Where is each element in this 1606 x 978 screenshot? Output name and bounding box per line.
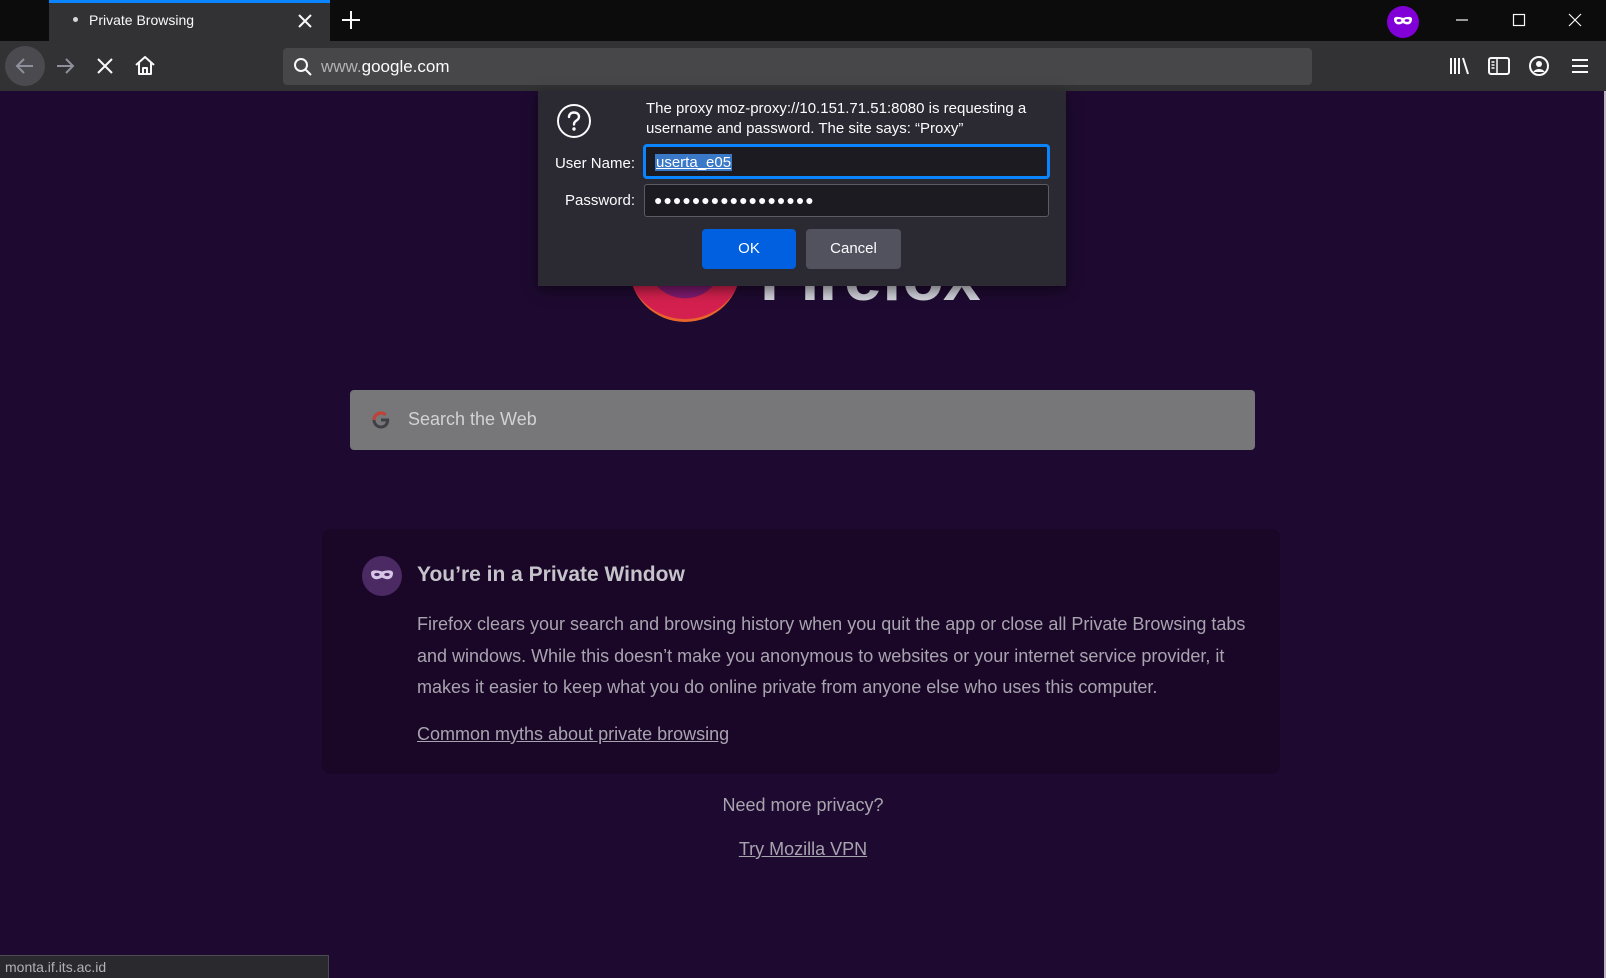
back-icon xyxy=(15,58,33,74)
tab-private-browsing[interactable]: Private Browsing xyxy=(49,0,330,41)
ok-button[interactable]: OK xyxy=(702,229,796,269)
password-mask[interactable]: ●●●●●●●●●●●●●●●●● xyxy=(654,192,815,208)
minimize-icon[interactable] xyxy=(1448,6,1476,34)
back-button[interactable] xyxy=(5,46,45,86)
password-label: Password: xyxy=(564,192,635,209)
username-field[interactable]: userta_e05 xyxy=(644,145,1049,178)
search-placeholder: Search the Web xyxy=(408,409,537,429)
close-icon[interactable] xyxy=(293,9,317,33)
cancel-button[interactable]: Cancel xyxy=(806,229,901,269)
private-myths-link[interactable]: Common myths about private browsing xyxy=(417,724,729,745)
stop-button[interactable] xyxy=(85,46,125,86)
home-button[interactable] xyxy=(125,46,165,86)
navigation-toolbar: www.google.com xyxy=(0,41,1606,91)
forward-button[interactable] xyxy=(45,46,85,86)
dialog-message: The proxy moz-proxy://10.151.71.51:8080 … xyxy=(646,100,1027,137)
stop-icon xyxy=(97,58,113,74)
close-icon[interactable] xyxy=(1561,6,1589,34)
home-icon xyxy=(135,56,155,75)
password-field[interactable]: ●●●●●●●●●●●●●●●●● xyxy=(644,184,1049,217)
url-prefix: www. xyxy=(321,57,362,76)
tab-title: Private Browsing xyxy=(89,12,195,28)
tab-dot-icon xyxy=(73,17,78,22)
search-box[interactable]: Search the Web xyxy=(350,390,1255,450)
account-icon[interactable] xyxy=(1523,50,1555,82)
library-icon[interactable] xyxy=(1443,50,1475,82)
plus-icon[interactable] xyxy=(338,7,364,33)
private-info-card: You’re in a Private Window Firefox clear… xyxy=(322,529,1280,774)
url-text[interactable]: www.google.com xyxy=(321,57,450,77)
vpn-link-label[interactable]: Try Mozilla VPN xyxy=(739,839,867,859)
private-mask-icon xyxy=(362,556,402,596)
search-icon xyxy=(294,58,312,76)
menu-icon[interactable] xyxy=(1564,50,1596,82)
sidebar-icon[interactable] xyxy=(1483,50,1515,82)
question-icon xyxy=(557,104,591,138)
username-value[interactable]: userta_e05 xyxy=(655,154,733,171)
private-card-title: You’re in a Private Window xyxy=(417,563,685,586)
private-mask-icon xyxy=(1387,6,1419,38)
status-panel: monta.if.its.ac.id xyxy=(0,955,329,978)
status-text: monta.if.its.ac.id xyxy=(5,959,107,975)
maximize-icon[interactable] xyxy=(1505,6,1533,34)
url-bar[interactable]: www.google.com xyxy=(283,48,1312,85)
google-icon xyxy=(372,411,390,429)
url-domain: google.com xyxy=(361,57,450,76)
tab-strip: Private Browsing xyxy=(0,0,1606,41)
forward-icon xyxy=(57,58,75,74)
mozilla-vpn-link[interactable]: Try Mozilla VPN xyxy=(0,839,1606,860)
more-privacy-text: Need more privacy? xyxy=(722,795,884,815)
username-label: User Name: xyxy=(554,155,635,172)
proxy-auth-dialog: The proxy moz-proxy://10.151.71.51:8080 … xyxy=(538,91,1066,286)
private-card-body: Firefox clears your search and browsing … xyxy=(417,614,1246,697)
